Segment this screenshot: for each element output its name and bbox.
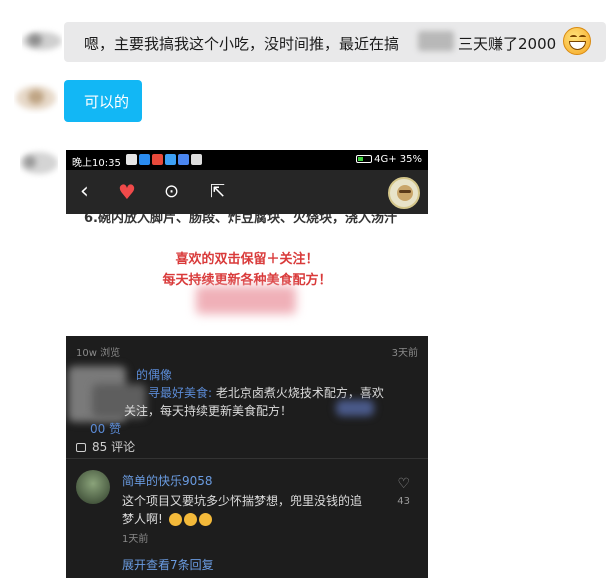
comment-time: 1天前	[122, 534, 149, 545]
author-bio: 关注，每天持续更新美食配方！	[124, 404, 293, 418]
heart-icon[interactable]: ♥	[118, 181, 136, 203]
redacted-text	[418, 31, 454, 51]
commenter-avatar[interactable]	[76, 470, 110, 504]
comment-icon[interactable]: ⊙	[164, 181, 179, 203]
share-icon[interactable]: ⇱	[210, 181, 225, 203]
author-info: 的偶像 寻最好美食: 老北京卤煮火烧技术配方，喜欢 关注，每天持续更新美食配方！…	[66, 362, 428, 436]
grinning-face-icon	[563, 27, 591, 55]
phone-status-bar: 晚上10:35 4G+ 35%	[66, 150, 428, 170]
post-toolbar: ‹ ♥ ⊙ ⇱	[66, 170, 428, 214]
status-time: 晚上10:35	[72, 158, 121, 169]
contact-avatar[interactable]	[14, 82, 58, 114]
comment-count: 85 评论	[76, 438, 135, 455]
author-name[interactable]: 的偶像	[136, 366, 172, 383]
heart-outline-icon[interactable]: ♡	[397, 476, 410, 492]
author-avatar[interactable]	[388, 177, 420, 209]
message-text: 嗯，主要我搞我这个小吃，没时间推，最近在搞	[84, 35, 400, 53]
comment-text: 这个项目又要坑多少怀揣梦想，兜里没钱的追	[122, 494, 363, 508]
comment-item: 简单的快乐9058 这个项目又要坑多少怀揣梦想，兜里没钱的追 梦人啊! 1天前 …	[66, 462, 428, 578]
comment-bubble-icon	[76, 443, 86, 452]
status-right: 4G+ 35%	[356, 154, 422, 165]
redacted-text	[336, 400, 374, 416]
view-count: 10w 浏览	[76, 348, 121, 359]
chat-window: 嗯，主要我搞我这个小吃，没时间推，最近在搞 三天赚了2000 可以的 晚上10:…	[0, 0, 606, 578]
sad-face-icon	[168, 513, 182, 526]
post-content: 6.碗内放入脚片、肠段、炸豆腐块、火烧块，浇入汤汁 喜欢的双击保留＋关注！ 每天…	[66, 214, 428, 336]
sad-face-icon	[183, 513, 197, 526]
promo-text: 喜欢的双击保留＋关注！	[175, 252, 319, 267]
post-time: 3天前	[391, 348, 418, 359]
recipe-step-text: 6.碗内放入脚片、肠段、炸豆腐块、火烧块，浇入汤汁	[84, 214, 397, 226]
like-count: 00 赞	[90, 422, 122, 436]
contact-avatar[interactable]	[20, 146, 58, 180]
battery-icon	[356, 155, 373, 163]
post-meta: 10w 浏览 3天前	[66, 336, 428, 362]
contact-avatar[interactable]	[22, 26, 62, 56]
divider	[66, 458, 428, 459]
expand-replies-link[interactable]: 展开查看7条回复	[122, 556, 214, 573]
comment-text: 梦人啊!	[122, 510, 212, 527]
commenter-name[interactable]: 简单的快乐9058	[122, 472, 213, 489]
sad-face-icon	[198, 513, 212, 526]
redacted-text	[196, 286, 296, 314]
comment-like-count: 43	[397, 496, 410, 507]
shared-screenshot-image[interactable]: 晚上10:35 4G+ 35% ‹ ♥ ⊙ ⇱ 6.碗内放入脚片、肠段、炸豆腐块…	[66, 150, 428, 578]
message-text-end: 三天赚了2000	[458, 35, 557, 53]
back-arrow-icon[interactable]: ‹	[80, 181, 89, 203]
notification-icons	[126, 154, 202, 165]
message-text: 可以的	[84, 93, 130, 111]
author-bio: 寻最好美食: 老北京卤煮火烧技术配方，喜欢	[148, 386, 384, 400]
